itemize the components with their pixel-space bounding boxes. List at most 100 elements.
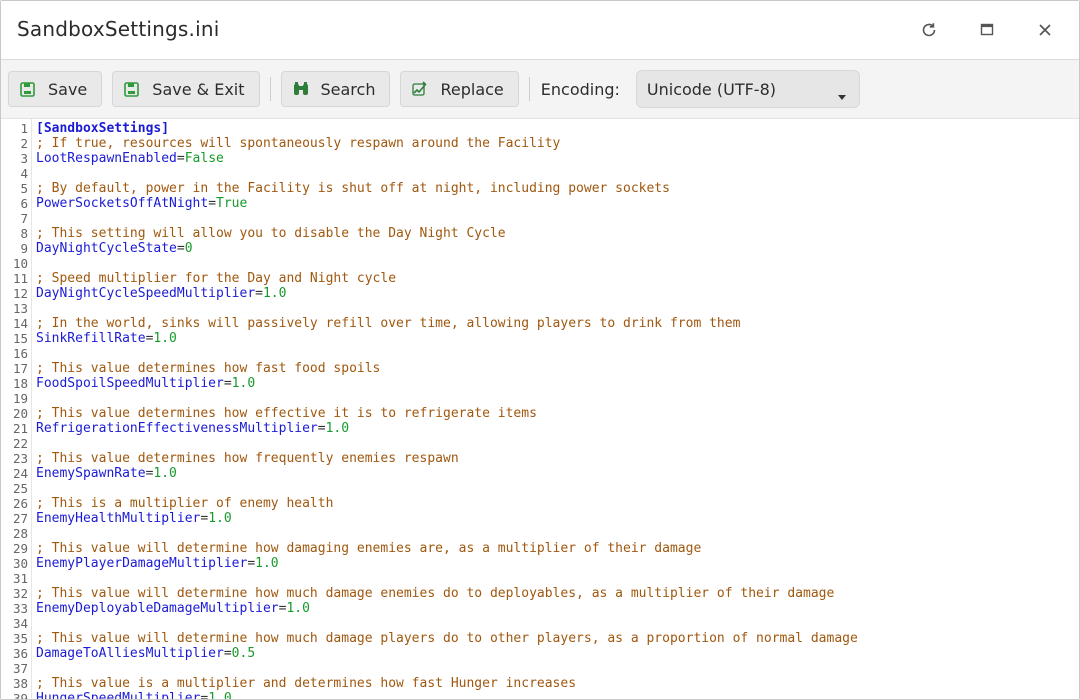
code-line: 38 ; This value is a multiplier and deter… bbox=[1, 676, 1079, 691]
ini-comment: ; This value determines how frequently e… bbox=[36, 451, 459, 466]
line-number: 21 bbox=[12, 421, 28, 436]
code-line: 19 bbox=[1, 391, 1079, 406]
line-number: 6 bbox=[20, 196, 28, 211]
code-line: 18 FoodSpoilSpeedMultiplier=1.0 bbox=[1, 376, 1079, 391]
code-line: 23 ; This value determines how frequently… bbox=[1, 451, 1079, 466]
line-number: 27 bbox=[12, 511, 28, 526]
ini-setting: RefrigerationEffectivenessMultiplier=1.0 bbox=[36, 421, 349, 436]
code-line: 16 bbox=[1, 346, 1079, 361]
ini-section-header: [SandboxSettings] bbox=[36, 121, 170, 136]
line-number: 34 bbox=[12, 616, 28, 631]
window-title: SandboxSettings.ini bbox=[17, 17, 220, 41]
close-button[interactable] bbox=[1033, 18, 1057, 42]
code-line: 4 bbox=[1, 166, 1079, 181]
ini-setting: FoodSpoilSpeedMultiplier=1.0 bbox=[36, 376, 255, 391]
encoding-select[interactable]: Unicode (UTF-8) bbox=[635, 70, 860, 108]
search-button[interactable]: Search bbox=[280, 71, 391, 107]
ini-setting: DayNightCycleState=0 bbox=[36, 241, 193, 256]
code-line: 2 ; If true, resources will spontaneously… bbox=[1, 136, 1079, 151]
code-line: 8 ; This setting will allow you to disabl… bbox=[1, 226, 1079, 241]
ini-comment: ; This value will determine how much dam… bbox=[36, 586, 835, 601]
ini-setting: HungerSpeedMultiplier=1.0 bbox=[36, 691, 232, 700]
ini-setting: EnemySpawnRate=1.0 bbox=[36, 466, 177, 481]
code-line: 14 ; In the world, sinks will passively r… bbox=[1, 316, 1079, 331]
save-button-label: Save bbox=[48, 79, 88, 99]
code-line: 13 bbox=[1, 301, 1079, 316]
setting-value: 1.0 bbox=[208, 511, 232, 526]
refresh-button[interactable] bbox=[917, 18, 941, 42]
line-number: 8 bbox=[20, 226, 28, 241]
line-number: 26 bbox=[12, 496, 28, 511]
replace-button-label: Replace bbox=[440, 79, 504, 99]
setting-value: 1.0 bbox=[325, 421, 350, 436]
toolbar-separator bbox=[269, 77, 271, 101]
setting-value: 1.0 bbox=[255, 556, 279, 571]
code-line: 1 [SandboxSettings] bbox=[1, 121, 1079, 136]
line-number: 10 bbox=[12, 256, 28, 271]
setting-key: FoodSpoilSpeedMultiplier bbox=[36, 376, 224, 391]
code-line: 32 ; This value will determine how much d… bbox=[1, 586, 1079, 601]
setting-key: HungerSpeedMultiplier bbox=[36, 691, 201, 700]
ini-comment: ; If true, resources will spontaneously … bbox=[36, 136, 561, 151]
ini-setting: EnemyPlayerDamageMultiplier=1.0 bbox=[36, 556, 279, 571]
setting-key: SinkRefillRate bbox=[36, 331, 146, 346]
code-line: 10 bbox=[1, 256, 1079, 271]
line-number: 9 bbox=[20, 241, 28, 256]
ini-comment: ; This setting will allow you to disable… bbox=[36, 226, 506, 241]
setting-key: EnemyHealthMultiplier bbox=[36, 511, 201, 526]
ini-comment: ; This is a multiplier of enemy health bbox=[36, 496, 334, 511]
code-editor[interactable]: 1 [SandboxSettings] 2 ; If true, resources … bbox=[1, 119, 1079, 699]
line-number: 12 bbox=[12, 286, 28, 301]
save-exit-button[interactable]: Save & Exit bbox=[112, 71, 260, 107]
setting-key: DamageToAlliesMultiplier bbox=[36, 646, 224, 661]
ini-setting: SinkRefillRate=1.0 bbox=[36, 331, 177, 346]
line-number: 25 bbox=[12, 481, 28, 496]
editor-lines: 1 [SandboxSettings] 2 ; If true, resources … bbox=[1, 121, 1079, 700]
setting-value: 1.0 bbox=[208, 691, 232, 700]
code-line: 11 ; Speed multiplier for the Day and Nig… bbox=[1, 271, 1079, 286]
code-line: 17 ; This value determines how fast food … bbox=[1, 361, 1079, 376]
line-number: 22 bbox=[12, 436, 28, 451]
replace-button[interactable]: Replace bbox=[400, 71, 519, 107]
setting-key: DayNightCycleState bbox=[36, 241, 177, 256]
code-line: 22 bbox=[1, 436, 1079, 451]
code-line: 5 ; By default, power in the Facility is … bbox=[1, 181, 1079, 196]
ini-comment: ; By default, power in the Facility is s… bbox=[36, 181, 670, 196]
ini-comment: ; This value will determine how much dam… bbox=[36, 631, 858, 646]
save-button[interactable]: Save bbox=[8, 71, 103, 107]
line-number: 14 bbox=[12, 316, 28, 331]
line-number: 31 bbox=[12, 571, 28, 586]
setting-key: EnemySpawnRate bbox=[36, 466, 146, 481]
line-number: 30 bbox=[12, 556, 28, 571]
setting-value: 1.0 bbox=[231, 376, 256, 391]
binoculars-icon bbox=[293, 81, 309, 97]
code-line: 20 ; This value determines how effective … bbox=[1, 406, 1079, 421]
setting-key: DayNightCycleSpeedMultiplier bbox=[36, 286, 256, 301]
equals-sign: = bbox=[317, 421, 326, 436]
maximize-button[interactable] bbox=[975, 18, 999, 42]
code-line: 37 bbox=[1, 661, 1079, 676]
code-line: 6 PowerSocketsOffAtNight=True bbox=[1, 196, 1079, 211]
code-line: 3 LootRespawnEnabled=False bbox=[1, 151, 1079, 166]
ini-setting: EnemyDeployableDamageMultiplier=1.0 bbox=[36, 601, 310, 616]
line-number: 18 bbox=[12, 376, 28, 391]
setting-value: 1.0 bbox=[153, 466, 177, 481]
floppy-disk-icon bbox=[20, 81, 36, 97]
code-line: 25 bbox=[1, 481, 1079, 496]
line-number: 32 bbox=[12, 586, 28, 601]
code-line: 27 EnemyHealthMultiplier=1.0 bbox=[1, 511, 1079, 526]
search-button-label: Search bbox=[320, 79, 376, 99]
equals-sign: = bbox=[223, 646, 232, 661]
ini-setting: DamageToAlliesMultiplier=0.5 bbox=[36, 646, 255, 661]
setting-key: EnemyDeployableDamageMultiplier bbox=[36, 601, 279, 616]
ini-comment: ; In the world, sinks will passively ref… bbox=[36, 316, 741, 331]
setting-value: 0.5 bbox=[231, 646, 256, 661]
code-line: 33 EnemyDeployableDamageMultiplier=1.0 bbox=[1, 601, 1079, 616]
toolbar-separator bbox=[528, 77, 530, 101]
line-number: 7 bbox=[20, 211, 28, 226]
line-number: 2 bbox=[20, 136, 28, 151]
code-line: 29 ; This value will determine how damagi… bbox=[1, 541, 1079, 556]
line-number: 37 bbox=[12, 661, 28, 676]
line-number: 5 bbox=[20, 181, 28, 196]
code-line: 28 bbox=[1, 526, 1079, 541]
